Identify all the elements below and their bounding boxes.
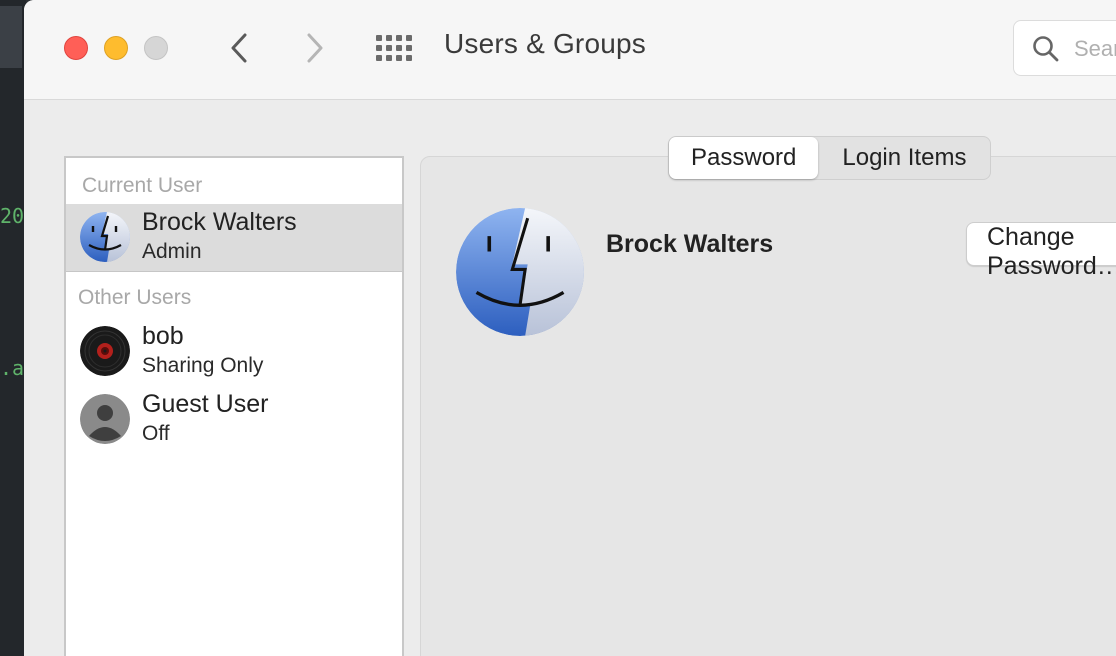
other-users-section-title: Other Users (78, 286, 192, 309)
change-password-button[interactable]: Change Password… (966, 222, 1116, 280)
terminal-scroll-area (0, 6, 22, 68)
user-role: Sharing Only (142, 354, 264, 377)
chevron-left-icon (231, 33, 247, 63)
user-row-bob[interactable]: bob Sharing Only (66, 318, 402, 386)
grid-icon (376, 35, 382, 41)
selected-user-name: Brock Walters (606, 230, 774, 258)
search-field[interactable] (1013, 20, 1116, 76)
user-name: Brock Walters (142, 208, 297, 236)
guest-person-avatar-icon (80, 394, 130, 444)
minimize-window-button[interactable] (104, 36, 128, 60)
finder-avatar-icon (80, 212, 130, 262)
user-picture[interactable] (456, 208, 584, 336)
background-terminal: 20 .a (0, 0, 26, 656)
user-name: bob (142, 322, 184, 350)
user-role: Admin (142, 240, 202, 263)
user-role: Off (142, 422, 170, 445)
user-list: Current User Brock Walters Admin Other U… (64, 156, 404, 656)
titlebar: Users & Groups (24, 0, 1116, 100)
search-input[interactable] (1074, 35, 1116, 63)
forward-button[interactable] (300, 30, 330, 66)
terminal-line: .a (0, 356, 25, 380)
zoom-window-button[interactable] (144, 36, 168, 60)
window-title: Users & Groups (444, 28, 646, 59)
search-icon (1033, 36, 1059, 62)
user-row-guest-user[interactable]: Guest User Off (66, 386, 402, 454)
close-window-button[interactable] (64, 36, 88, 60)
show-all-preferences-button[interactable] (374, 30, 414, 66)
tab-password[interactable]: Password (669, 137, 819, 179)
users-groups-window: Users & Groups Current User (24, 0, 1116, 656)
user-row-brock-walters[interactable]: Brock Walters Admin (66, 204, 402, 272)
segmented-tabs: Password Login Items (668, 136, 992, 180)
tab-login-items[interactable]: Login Items (818, 137, 990, 179)
current-user-section-title: Current User (82, 174, 203, 197)
chevron-right-icon (307, 33, 323, 63)
user-name: Guest User (142, 390, 269, 418)
finder-avatar-icon (456, 208, 584, 336)
terminal-line: 20 (0, 204, 25, 228)
back-button[interactable] (224, 30, 254, 66)
vinyl-record-avatar-icon (80, 326, 130, 376)
